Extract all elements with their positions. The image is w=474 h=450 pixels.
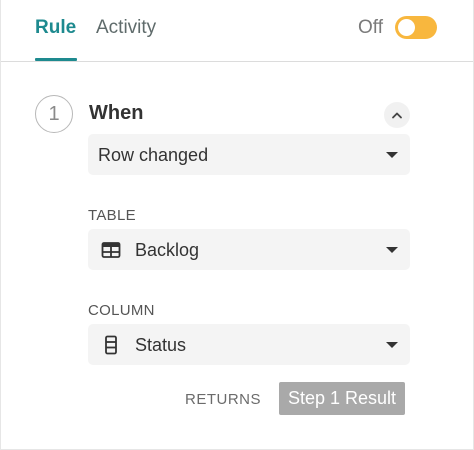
trigger-select-value: Row changed (98, 145, 209, 165)
step-result-label: Step 1 Result (287, 388, 397, 408)
column-stack-icon (105, 335, 117, 355)
caret-down-icon (386, 342, 398, 348)
toggle-label: Off (358, 17, 383, 38)
active-tab-indicator (35, 58, 77, 61)
returns-label: RETURNS (185, 391, 262, 408)
collapse-step-button[interactable] (384, 102, 410, 128)
toggle-knob (398, 19, 415, 36)
caret-down-icon (386, 152, 398, 158)
step-number-badge: 1 (35, 95, 73, 133)
caret-down-icon (386, 247, 398, 253)
table-grid-icon (101, 242, 121, 258)
panel-header: Rule Activity Off (1, 0, 473, 62)
table-select-value: Backlog (135, 240, 200, 260)
column-field-label: COLUMN (88, 302, 155, 319)
column-select[interactable]: Status (88, 324, 410, 365)
trigger-select[interactable]: Row changed (88, 134, 410, 175)
column-select-value: Status (135, 335, 187, 355)
step-number: 1 (48, 102, 60, 125)
rule-panel: Rule Activity Off 1 When Row changed TAB… (0, 0, 474, 450)
tab-activity[interactable]: Activity (96, 17, 156, 39)
table-field-label: TABLE (88, 207, 136, 224)
tab-rule[interactable]: Rule (35, 17, 76, 39)
step-result-chip[interactable]: Step 1 Result (279, 382, 405, 415)
rule-enable-toggle[interactable] (395, 16, 437, 39)
step-title: When (89, 102, 144, 124)
table-select[interactable]: Backlog (88, 229, 410, 270)
chevron-up-icon (392, 112, 402, 119)
